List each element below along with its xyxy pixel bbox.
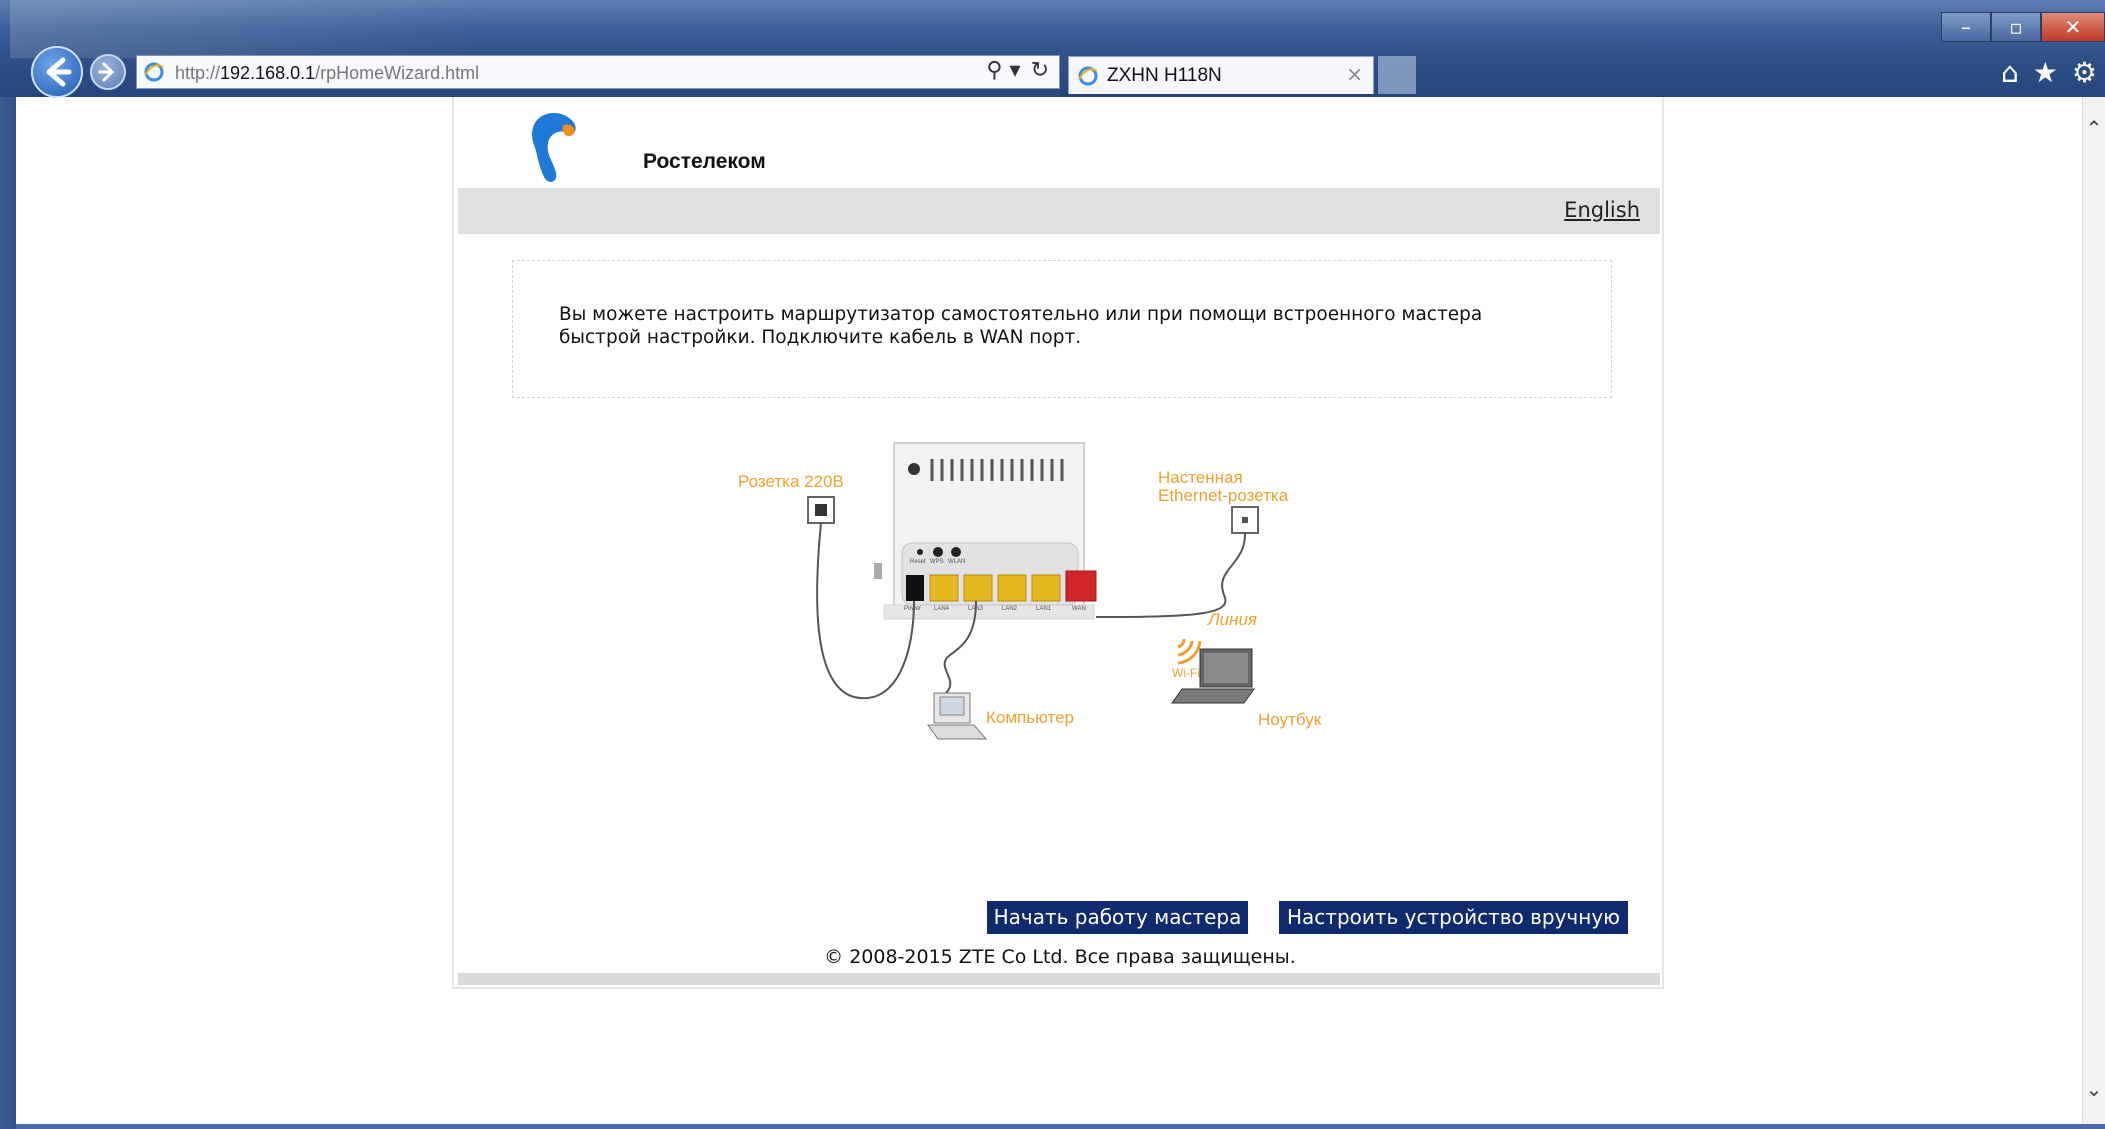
start-wizard-button[interactable]: Начать работу мастера bbox=[987, 901, 1248, 934]
minimize-button[interactable]: – bbox=[1941, 12, 1991, 42]
port-label-wan: WAN bbox=[1072, 606, 1086, 612]
taskbar-decoration bbox=[10, 0, 490, 58]
search-dropdown-icon[interactable]: ⚲ ▾ bbox=[986, 58, 1020, 83]
wifi-label: Wi-Fi bbox=[1172, 666, 1200, 680]
window-frame-bottom bbox=[16, 1124, 2105, 1129]
button-label-reset: Reset bbox=[910, 559, 926, 565]
address-bar[interactable]: http://192.168.0.1/rpHomeWizard.html ⚲ ▾… bbox=[136, 55, 1060, 89]
brand-name: Ростелеком bbox=[643, 150, 766, 173]
vertical-scrollbar[interactable] bbox=[2082, 97, 2105, 1129]
computer-label: Компьютер bbox=[986, 708, 1074, 727]
refresh-icon[interactable]: ↻ bbox=[1031, 58, 1049, 83]
forward-arrow-icon bbox=[98, 62, 115, 82]
url-text: http://192.168.0.1/rpHomeWizard.html bbox=[175, 63, 480, 83]
line-label: Линия bbox=[1207, 610, 1257, 629]
scroll-down-icon[interactable]: ⌄ bbox=[2085, 1077, 2103, 1101]
close-window-button[interactable]: ✕ bbox=[2041, 12, 2105, 42]
home-icon[interactable]: ⌂ bbox=[2001, 56, 2019, 90]
forward-button[interactable] bbox=[90, 54, 126, 90]
info-box: Вы можете настроить маршрутизатор самост… bbox=[512, 260, 1612, 398]
rostelecom-logo: Ростелеком bbox=[524, 107, 766, 187]
port-label-lan4: LAN4 bbox=[934, 606, 950, 612]
button-label-wps: WPS bbox=[930, 559, 944, 565]
socket-label: Розетка 220В bbox=[738, 472, 844, 491]
favorites-icon[interactable]: ★ bbox=[2033, 56, 2058, 90]
address-tools: ⚲ ▾ ↻ bbox=[986, 58, 1049, 83]
ethernet-socket-illustration bbox=[1095, 506, 1259, 618]
port-label-lan2: LAN2 bbox=[1002, 606, 1018, 612]
english-language-link[interactable]: English bbox=[1564, 198, 1640, 222]
connection-diagram: Розетка 220В Настенная Ethernet-розетка … bbox=[738, 442, 1322, 740]
wall-socket-label-line2: Ethernet-розетка bbox=[1158, 486, 1289, 505]
wall-socket-label-line1: Настенная bbox=[1158, 468, 1243, 487]
maximize-button[interactable]: ▫ bbox=[1991, 12, 2041, 42]
browser-command-icons: ⌂ ★ ⚙ bbox=[2001, 56, 2097, 90]
browser-toolbar: – ▫ ✕ http://192.168.0.1/rpHomeWizard.ht… bbox=[0, 0, 2105, 98]
ie-page-icon bbox=[144, 62, 164, 82]
laptop-label: Ноутбук bbox=[1258, 710, 1322, 729]
language-bar: English bbox=[458, 188, 1660, 234]
back-arrow-icon bbox=[46, 57, 72, 87]
window-frame-inner bbox=[16, 97, 26, 1129]
footer-bar bbox=[458, 973, 1660, 985]
back-button[interactable] bbox=[31, 46, 83, 98]
port-label-lan3: LAN3 bbox=[968, 606, 984, 612]
router-home-page: Ростелеком English Вы можете настроить м… bbox=[452, 97, 1664, 989]
rostelecom-logo-icon bbox=[532, 113, 576, 182]
scroll-up-icon[interactable]: ⌃ bbox=[2085, 116, 2103, 140]
tab-active[interactable]: ZXHN H118N × bbox=[1068, 56, 1374, 94]
port-label-lan1: LAN1 bbox=[1036, 606, 1052, 612]
wifi-icon bbox=[1177, 638, 1202, 665]
manual-setup-button[interactable]: Настроить устройство вручную bbox=[1279, 901, 1628, 934]
window-controls: – ▫ ✕ bbox=[1941, 12, 2105, 42]
computer-illustration bbox=[927, 600, 988, 740]
copyright-text: © 2008-2015 ZTE Co Ltd. Все права защище… bbox=[824, 946, 1296, 968]
button-label-wlan: WLAN bbox=[948, 559, 965, 565]
tools-icon[interactable]: ⚙ bbox=[2072, 56, 2097, 90]
router-illustration bbox=[874, 442, 1097, 620]
tab-close-icon[interactable]: × bbox=[1346, 62, 1363, 86]
new-tab-button[interactable] bbox=[1378, 56, 1416, 94]
ie-tab-icon bbox=[1078, 66, 1098, 86]
intro-text: Вы можете настроить маршрутизатор самост… bbox=[559, 304, 1483, 348]
tab-title: ZXHN H118N bbox=[1107, 65, 1222, 86]
port-label-power: Power bbox=[904, 606, 921, 612]
